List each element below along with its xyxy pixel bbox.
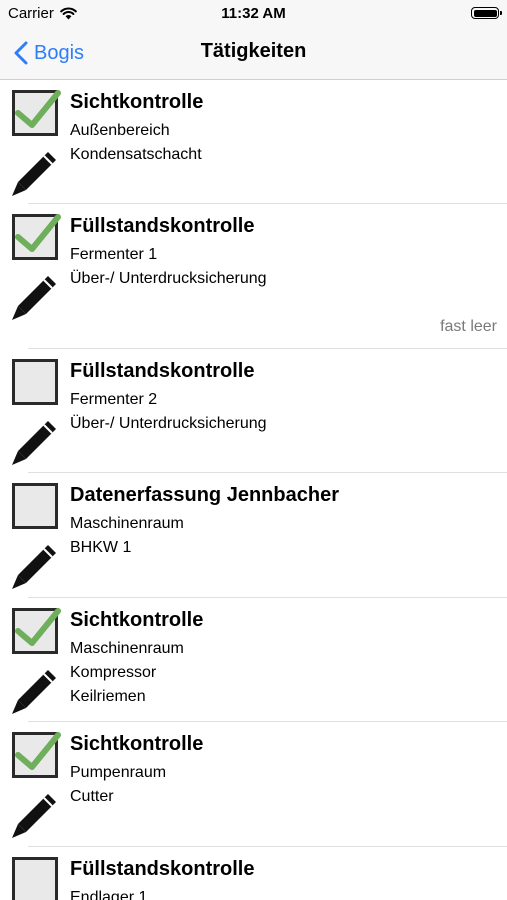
pencil-icon[interactable]: [10, 417, 60, 467]
task-title: Füllstandskontrolle: [70, 360, 255, 382]
task-title: Sichtkontrolle: [70, 609, 204, 631]
task-row[interactable]: Datenerfassung Jennbacher Maschinenraum …: [0, 473, 507, 598]
task-title: Füllstandskontrolle: [70, 215, 255, 237]
pencil-icon[interactable]: [10, 790, 60, 840]
pencil-icon[interactable]: [10, 666, 60, 716]
task-detail: Über-/ Unterdrucksicherung: [70, 415, 267, 432]
task-location: Außenbereich: [70, 122, 170, 139]
task-checkbox[interactable]: [12, 483, 58, 529]
task-checkbox[interactable]: [12, 857, 58, 900]
task-location: Fermenter 1: [70, 246, 158, 263]
page-title: Tätigkeiten: [200, 40, 307, 62]
pencil-icon[interactable]: [10, 272, 60, 322]
task-location: Fermenter 2: [70, 391, 158, 408]
task-checkbox[interactable]: [12, 732, 61, 778]
task-location: Maschinenraum: [70, 515, 184, 532]
status-bar: Carrier 11:32 AM: [0, 0, 507, 28]
task-detail: Cutter: [70, 788, 114, 805]
checkmark-icon: [15, 90, 61, 128]
checkmark-icon: [15, 214, 61, 252]
task-location: Pumpenraum: [70, 764, 167, 781]
task-detail: BHKW 1: [70, 539, 132, 556]
task-checkbox[interactable]: [12, 608, 61, 654]
task-list: Sichtkontrolle Außenbereich Kondensatsch…: [0, 80, 507, 900]
task-title: Sichtkontrolle: [70, 733, 204, 755]
task-row[interactable]: Sichtkontrolle Außenbereich Kondensatsch…: [0, 80, 507, 204]
task-detail: Kondensatschacht: [70, 146, 202, 163]
navigation-bar: Bogis Tätigkeiten: [0, 28, 507, 80]
pencil-icon[interactable]: [10, 541, 60, 591]
checkmark-icon: [15, 608, 61, 646]
task-row[interactable]: Füllstandskontrolle Endlager 1: [0, 847, 507, 900]
task-note: fast leer: [440, 318, 497, 335]
task-title: Füllstandskontrolle: [70, 858, 255, 880]
task-detail: Über-/ Unterdrucksicherung: [70, 270, 267, 287]
task-location: Endlager 1: [70, 889, 148, 900]
task-row[interactable]: Sichtkontrolle Maschinenraum Kompressor …: [0, 598, 507, 722]
task-checkbox[interactable]: [12, 214, 61, 260]
checkmark-icon: [15, 732, 61, 770]
task-title: Sichtkontrolle: [70, 91, 204, 113]
task-row[interactable]: Sichtkontrolle Pumpenraum Cutter: [0, 722, 507, 847]
task-detail: Kompressor: [70, 664, 157, 681]
task-title: Datenerfassung Jennbacher: [70, 484, 339, 506]
task-checkbox[interactable]: [12, 90, 61, 136]
battery-icon: [471, 7, 502, 19]
task-row[interactable]: Füllstandskontrolle Fermenter 2 Über-/ U…: [0, 349, 507, 473]
task-location: Maschinenraum: [70, 640, 184, 657]
task-detail: Keilriemen: [70, 688, 146, 705]
pencil-icon[interactable]: [10, 148, 60, 198]
task-row[interactable]: Füllstandskontrolle Fermenter 1 Über-/ U…: [0, 204, 507, 349]
status-time: 11:32 AM: [221, 5, 286, 22]
task-checkbox[interactable]: [12, 359, 58, 405]
